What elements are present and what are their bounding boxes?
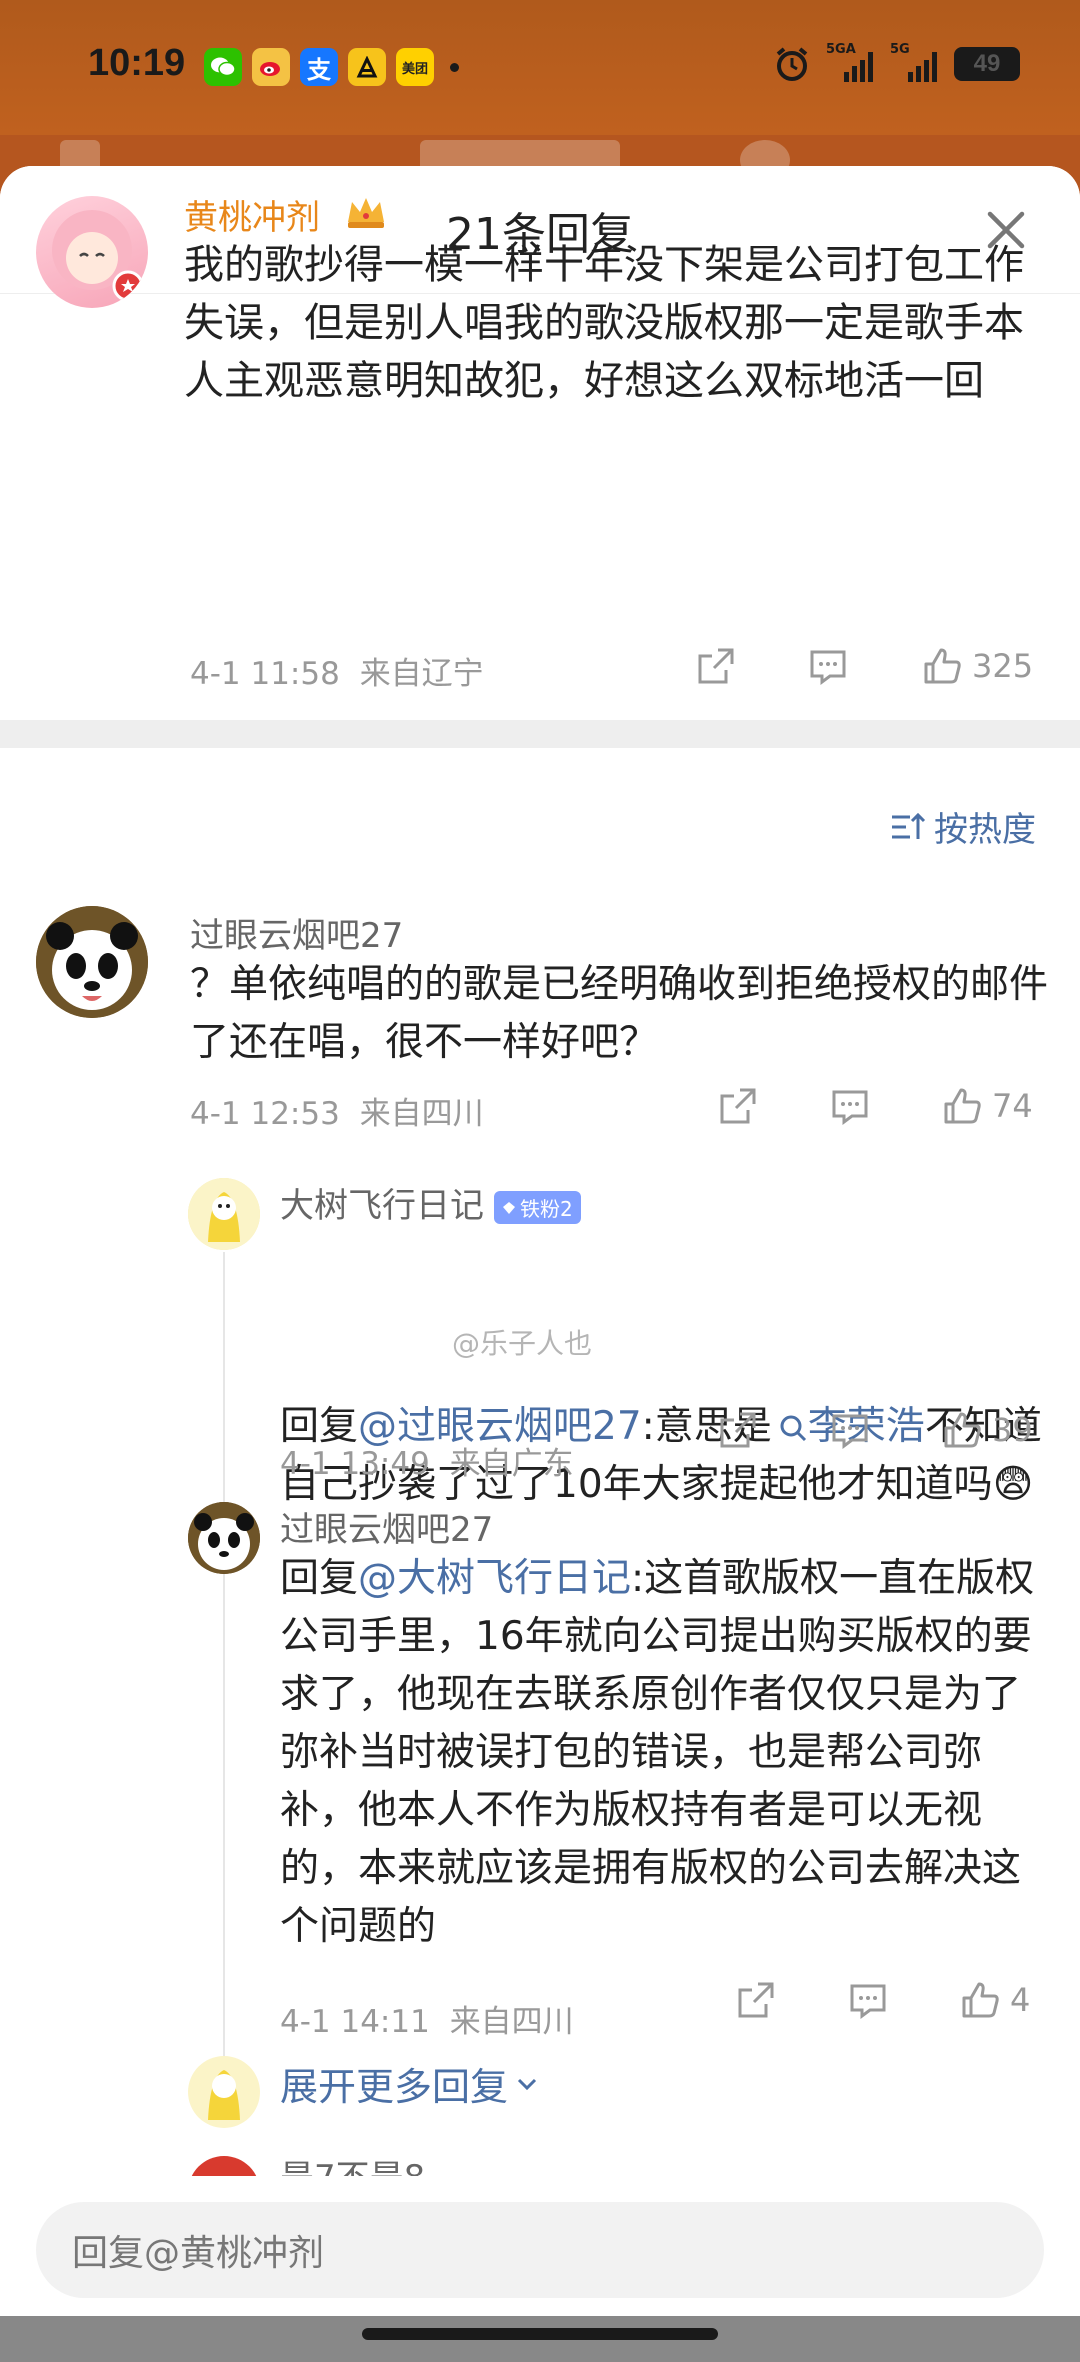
comment-icon [850,1984,886,2019]
like-count: 325 [972,647,1034,685]
thumbs-up-icon [962,1982,999,2018]
like-button[interactable]: 4 [958,1978,1030,2022]
like-count: 74 [992,1087,1033,1125]
anime-avatar-icon [52,210,144,302]
avatar[interactable] [188,1502,260,1574]
expand-label: 展开更多回复 [280,2065,509,2109]
sort-button[interactable]: 按热度 [890,802,1036,851]
comment-time: 4-1 11:58 [190,656,340,692]
panda-avatar-icon [188,1502,260,1574]
sub-reply-location: 来自四川 [449,2004,574,2040]
comment-location: 来自辽宁 [359,656,484,692]
panda-avatar-icon [36,906,148,1018]
watermark: @乐子人也 [452,1327,593,1360]
fan-badge-label: 铁粉2 [520,1197,573,1221]
alipay-icon: 支 [300,48,338,86]
share-button[interactable] [734,1978,778,2022]
avatar[interactable] [36,906,148,1018]
alipay-label: 支 [307,55,331,84]
thumbs-up-icon [944,1088,981,1124]
meituan-icon: 美团 [396,48,434,86]
section-divider [0,720,1080,748]
reply-input[interactable]: 回复@黄桃冲剂 [36,2202,1044,2298]
reply-username[interactable]: 过眼云烟吧27 [190,908,403,957]
signal-5g-icon: 5G [890,42,940,82]
banana-avatar-icon [188,1178,260,1250]
comment-meta: 4-1 11:58 来自辽宁 [190,648,484,693]
sub-reply-time: 4-1 14:11 [280,2004,430,2040]
reply-location: 来自四川 [359,1096,484,1132]
share-button[interactable] [716,1408,760,1452]
sub-reply-meta: 4-1 13:49 来自广东 [280,1438,574,1483]
avatar[interactable] [188,1178,260,1250]
reply-input-placeholder: 回复@黄桃冲剂 [72,2233,325,2274]
comment-text: 我的歌抄得一模一样十年没下架是公司打包工作失误，但是别人唱我的歌没版权那一定是歌… [184,242,1024,404]
share-icon [738,1982,774,2018]
search-icon [780,1415,806,1442]
banana-avatar-icon [208,2070,240,2120]
alarm-icon [776,47,808,81]
thumbs-up-icon [944,1412,981,1448]
sub-reply-location: 来自广东 [449,1446,574,1482]
mention-link[interactable]: @大树飞行日记 [358,1556,631,1601]
reply-prefix: 回复 [280,1556,359,1601]
like-button[interactable]: 74 [940,1084,1033,1128]
chevron-down-icon [517,2078,537,2090]
comment-icon [832,1414,868,1449]
avatar[interactable] [36,196,148,308]
status-time: 10:19 [88,42,186,84]
share-icon [720,1088,756,1124]
home-indicator[interactable] [362,2328,718,2340]
replies-sheet: 21条回复 黄桃冲剂 我的歌抄得一模一样十年没下架是公司打包工作失误，但是别人唱… [0,166,1080,2362]
reply-text: ？单依纯唱的的歌是已经明确收到拒绝授权的邮件了还在唱，很不一样好吧？ [190,962,1049,1065]
sub-reply-text-body: :这首歌版权一直在版权公司手里，16年就向公司提出购买版权的要求了，他现在去联系… [280,1556,1035,1949]
comment-username[interactable]: 黄桃冲剂 [184,190,320,239]
thread-line [223,1252,225,2102]
sub-reply-meta: 4-1 14:11 来自四川 [280,1996,574,2041]
reply-button[interactable] [806,644,850,688]
share-button[interactable] [694,644,738,688]
like-button[interactable]: 325 [920,644,1033,688]
emoji: 😨 [992,1462,1034,1507]
battery-level: 49 [973,50,1001,77]
weibo-icon [252,48,290,86]
sub-reply-text: 回复@大树飞行日记:这首歌版权一直在版权公司手里，16年就向公司提出购买版权的要… [280,1550,1044,1956]
like-count: 4 [1010,1981,1031,2019]
sub-reply-username-text: 大树飞行日记 [280,1186,484,1226]
reply-button[interactable] [828,1084,872,1128]
comment-icon [810,650,846,685]
fan-badge: 铁粉2 [494,1191,581,1224]
diamond-icon [503,1201,515,1214]
reply-time: 4-1 12:53 [190,1096,340,1132]
wechat-icon [204,48,242,86]
signal-5g-label: 5G [890,42,910,57]
reply-button[interactable] [846,1978,890,2022]
avatar [188,2056,260,2128]
reply-button[interactable] [828,1408,872,1452]
share-icon [698,648,734,684]
sub-reply-username[interactable]: 过眼云烟吧27 [280,1502,493,1551]
status-bar: 10:19 支 美团 5GA 5G 49 [0,0,1080,135]
share-icon [720,1412,756,1448]
sub-reply-time: 4-1 13:49 [280,1446,430,1482]
like-button[interactable]: 39 [940,1408,1033,1452]
amap-icon [348,48,386,86]
signal-5ga-label: 5GA [826,42,856,57]
status-indicators: 5GA 5G 49 [772,42,1020,84]
status-app-icons: 支 美团 [204,48,459,86]
sort-label: 按热度 [934,810,1036,850]
comment-icon [832,1090,868,1125]
notification-dot [450,62,459,72]
expand-more-replies[interactable]: 展开更多回复 [280,2056,540,2111]
crown-badge-icon [348,198,384,228]
reply-meta: 4-1 12:53 来自四川 [190,1088,484,1133]
sub-reply-username[interactable]: 大树飞行日记 铁粉2 [280,1178,581,1227]
like-count: 39 [992,1411,1033,1449]
signal-5ga-icon: 5GA [826,42,876,82]
battery-icon: 49 [954,47,1020,81]
share-button[interactable] [716,1084,760,1128]
meituan-label: 美团 [401,61,428,77]
sort-icon [892,812,926,839]
thumbs-up-icon [924,648,961,684]
